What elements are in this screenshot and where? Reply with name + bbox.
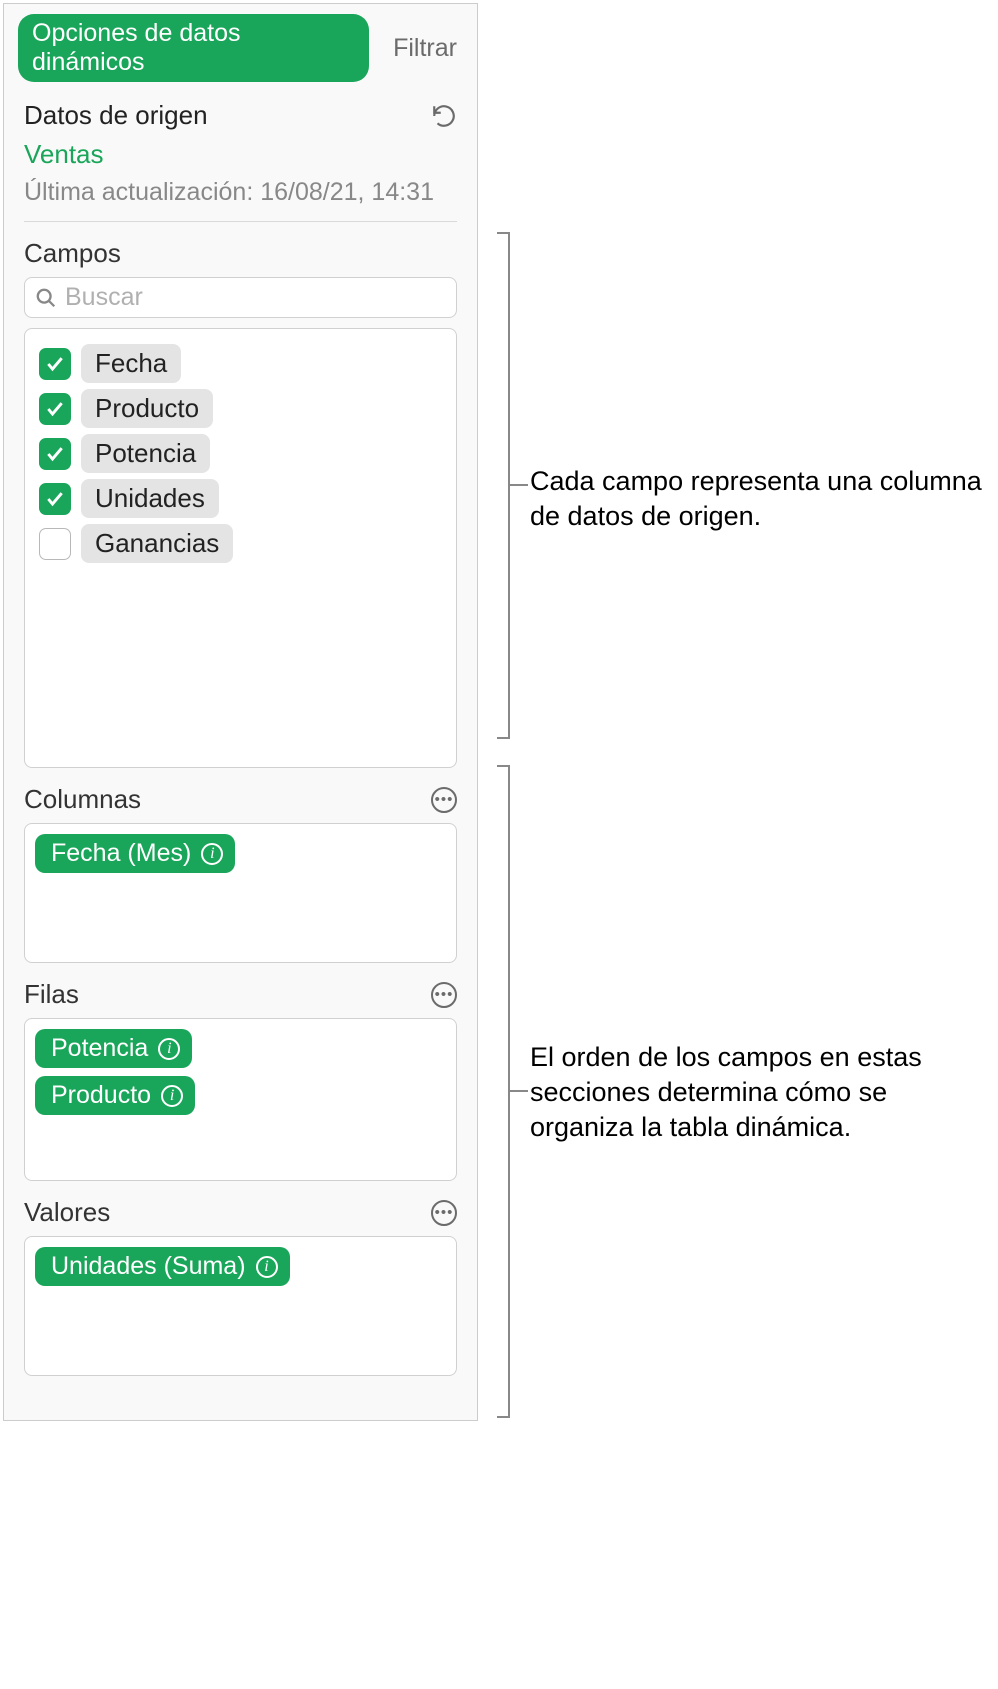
- rows-section: Filas ••• Potencia i Producto i: [4, 963, 477, 1181]
- refresh-icon[interactable]: [431, 103, 457, 129]
- chip-label: Unidades (Suma): [51, 1252, 246, 1281]
- field-row[interactable]: Unidades: [35, 476, 446, 521]
- values-title: Valores: [24, 1197, 110, 1228]
- field-label[interactable]: Fecha: [81, 344, 181, 383]
- field-checkbox[interactable]: [39, 528, 71, 560]
- field-checkbox[interactable]: [39, 348, 71, 380]
- fields-list: Fecha Producto Potencia Unidades Ganancias: [24, 328, 457, 768]
- fields-section: Campos Fecha Producto Potencia Unidades Gana…: [4, 222, 477, 768]
- field-row[interactable]: Fecha: [35, 341, 446, 386]
- field-checkbox[interactable]: [39, 483, 71, 515]
- rows-more-icon[interactable]: •••: [431, 982, 457, 1008]
- values-more-icon[interactable]: •••: [431, 1200, 457, 1226]
- search-field-wrap[interactable]: [24, 277, 457, 318]
- field-label[interactable]: Unidades: [81, 479, 219, 518]
- columns-title: Columnas: [24, 784, 141, 815]
- field-checkbox[interactable]: [39, 438, 71, 470]
- field-row[interactable]: Producto: [35, 386, 446, 431]
- rows-title: Filas: [24, 979, 79, 1010]
- info-icon[interactable]: i: [256, 1256, 278, 1278]
- chip-label: Producto: [51, 1081, 151, 1110]
- callout-fields: Cada campo representa una columna de dat…: [530, 464, 990, 534]
- tab-filter[interactable]: Filtrar: [387, 29, 463, 68]
- field-chip[interactable]: Producto i: [35, 1076, 195, 1115]
- tab-bar: Opciones de datos dinámicos Filtrar: [4, 4, 477, 82]
- search-input[interactable]: [65, 283, 446, 312]
- source-table-name[interactable]: Ventas: [24, 139, 457, 170]
- callout-sections: El orden de los campos en estas seccione…: [530, 1040, 990, 1145]
- last-updated-label: Última actualización: 16/08/21, 14:31: [24, 178, 457, 207]
- info-icon[interactable]: i: [158, 1038, 180, 1060]
- field-chip[interactable]: Fecha (Mes) i: [35, 834, 235, 873]
- field-chip[interactable]: Unidades (Suma) i: [35, 1247, 290, 1286]
- info-icon[interactable]: i: [161, 1085, 183, 1107]
- field-checkbox[interactable]: [39, 393, 71, 425]
- columns-section: Columnas ••• Fecha (Mes) i: [4, 768, 477, 963]
- field-label[interactable]: Potencia: [81, 434, 210, 473]
- field-label[interactable]: Producto: [81, 389, 213, 428]
- fields-title: Campos: [24, 238, 457, 269]
- source-data-block: Datos de origen Ventas Última actualizac…: [4, 82, 477, 221]
- annotation-layer: Cada campo representa una columna de dat…: [482, 0, 992, 1689]
- field-label[interactable]: Ganancias: [81, 524, 233, 563]
- tab-pivot-options[interactable]: Opciones de datos dinámicos: [18, 14, 369, 82]
- values-section: Valores ••• Unidades (Suma) i: [4, 1181, 477, 1376]
- chip-label: Potencia: [51, 1034, 148, 1063]
- source-data-title: Datos de origen: [24, 100, 208, 131]
- rows-dropzone[interactable]: Potencia i Producto i: [24, 1018, 457, 1181]
- chip-label: Fecha (Mes): [51, 839, 191, 868]
- field-row[interactable]: Potencia: [35, 431, 446, 476]
- field-row[interactable]: Ganancias: [35, 521, 446, 566]
- values-dropzone[interactable]: Unidades (Suma) i: [24, 1236, 457, 1376]
- columns-dropzone[interactable]: Fecha (Mes) i: [24, 823, 457, 963]
- search-icon: [35, 287, 57, 309]
- pivot-options-panel: Opciones de datos dinámicos Filtrar Dato…: [3, 3, 478, 1421]
- field-chip[interactable]: Potencia i: [35, 1029, 192, 1068]
- columns-more-icon[interactable]: •••: [431, 787, 457, 813]
- info-icon[interactable]: i: [201, 843, 223, 865]
